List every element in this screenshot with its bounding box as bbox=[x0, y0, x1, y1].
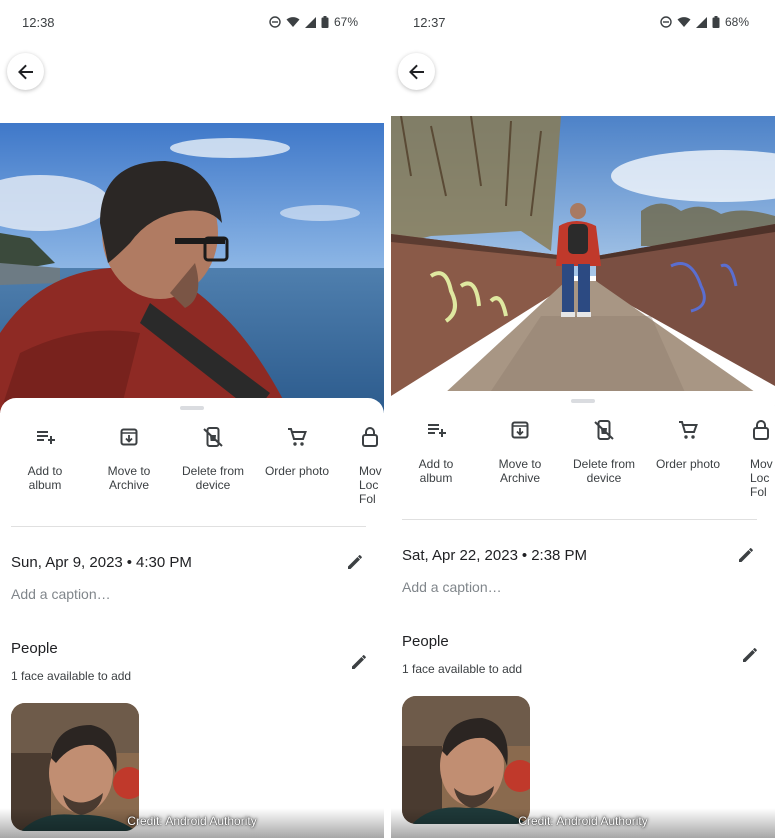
arrow-back-icon bbox=[17, 64, 33, 79]
edit-date-button[interactable] bbox=[346, 553, 364, 576]
separator-dot: • bbox=[126, 554, 133, 571]
people-subtitle: 1 face available to add bbox=[11, 669, 132, 683]
arrow-back-icon bbox=[408, 64, 424, 79]
add-to-album-label: Add to album bbox=[27, 464, 63, 492]
cart-icon bbox=[679, 421, 698, 439]
delete-from-device-label: Delete from device bbox=[181, 464, 245, 492]
dnd-icon bbox=[660, 16, 672, 28]
credit-watermark: Credit: Android Authority bbox=[518, 814, 648, 828]
face-image bbox=[402, 696, 530, 824]
face-thumbnail[interactable] bbox=[402, 696, 530, 824]
signal-icon bbox=[695, 16, 707, 28]
people-subtitle: 1 face available to add bbox=[402, 662, 523, 676]
photo-view[interactable] bbox=[391, 116, 775, 406]
delete-from-device-button[interactable]: Delete from device bbox=[562, 419, 646, 485]
order-photo-label: Order photo bbox=[655, 457, 721, 471]
archive-icon bbox=[120, 428, 138, 446]
photo-time: 2:38 PM bbox=[531, 547, 588, 564]
delete-from-device-button[interactable]: Delete from device bbox=[171, 426, 255, 492]
archive-icon bbox=[511, 421, 529, 439]
move-to-archive-label: Move to Archive bbox=[498, 457, 542, 485]
order-photo-label: Order photo bbox=[264, 464, 330, 478]
move-to-archive-button[interactable]: Move to Archive bbox=[87, 426, 171, 492]
lock-icon bbox=[362, 427, 378, 447]
battery-icon bbox=[712, 16, 720, 28]
photo-time: 4:30 PM bbox=[136, 554, 192, 571]
separator-dot: • bbox=[521, 547, 528, 564]
wifi-icon bbox=[286, 17, 300, 27]
move-to-locked-folder-label: Mov Loc Fol bbox=[359, 464, 382, 506]
photo-image bbox=[391, 116, 775, 406]
photo-date: Sat, Apr 22, 2023 bbox=[402, 547, 518, 564]
screens-gap bbox=[384, 0, 391, 838]
lock-icon bbox=[753, 420, 769, 440]
photo-date: Sun, Apr 9, 2023 bbox=[11, 554, 123, 571]
status-icons: 68% bbox=[660, 15, 749, 29]
add-to-album-button[interactable]: Add to album bbox=[394, 419, 478, 485]
add-to-playlist-icon bbox=[37, 431, 55, 444]
status-time: 12:38 bbox=[22, 14, 55, 30]
cart-icon bbox=[288, 428, 307, 446]
action-row: Add to album Move to Archive Delete from… bbox=[0, 426, 384, 506]
back-button[interactable] bbox=[7, 53, 44, 90]
back-button[interactable] bbox=[398, 53, 435, 90]
screen-right: 12:37 68% Add to album Move to Archive D… bbox=[391, 0, 775, 838]
photo-view[interactable] bbox=[0, 123, 384, 413]
delete-from-device-label: Delete from device bbox=[572, 457, 636, 485]
edit-date-button[interactable] bbox=[737, 546, 755, 569]
screen-left: 12:38 67% Add to album Move to Archive D… bbox=[0, 0, 384, 838]
action-row: Add to album Move to Archive Delete from… bbox=[391, 419, 775, 499]
pencil-icon bbox=[348, 555, 362, 569]
order-photo-button[interactable]: Order photo bbox=[646, 419, 730, 471]
details-sheet: Add to album Move to Archive Delete from… bbox=[391, 391, 775, 838]
status-icons: 67% bbox=[269, 15, 358, 29]
pencil-icon bbox=[352, 655, 366, 669]
divider bbox=[402, 519, 757, 520]
dnd-icon bbox=[269, 16, 281, 28]
wifi-icon bbox=[677, 17, 691, 27]
move-to-locked-folder-button[interactable]: Mov Loc Fol bbox=[730, 419, 775, 499]
signal-icon bbox=[304, 16, 316, 28]
people-heading: People bbox=[402, 633, 449, 650]
caption-input[interactable]: Add a caption… bbox=[402, 579, 502, 595]
add-to-album-button[interactable]: Add to album bbox=[3, 426, 87, 492]
move-to-locked-folder-button[interactable]: Mov Loc Fol bbox=[339, 426, 384, 506]
edit-people-button[interactable] bbox=[741, 646, 759, 669]
battery-icon bbox=[321, 16, 329, 28]
sheet-handle[interactable] bbox=[180, 406, 204, 410]
caption-input[interactable]: Add a caption… bbox=[11, 586, 111, 602]
status-bar: 12:37 68% bbox=[391, 0, 775, 44]
pencil-icon bbox=[739, 548, 753, 562]
edit-people-button[interactable] bbox=[350, 653, 368, 676]
status-time: 12:37 bbox=[413, 14, 446, 30]
move-to-archive-button[interactable]: Move to Archive bbox=[478, 419, 562, 485]
add-to-album-label: Add to album bbox=[418, 457, 454, 485]
add-to-playlist-icon bbox=[428, 424, 446, 437]
sheet-handle[interactable] bbox=[571, 399, 595, 403]
photo-image bbox=[0, 123, 384, 413]
delete-from-device-icon bbox=[203, 427, 223, 447]
details-sheet: Add to album Move to Archive Delete from… bbox=[0, 398, 384, 838]
delete-from-device-icon bbox=[594, 420, 614, 440]
divider bbox=[11, 526, 366, 527]
credit-watermark: Credit: Android Authority bbox=[127, 814, 257, 828]
battery-percent: 68% bbox=[724, 15, 749, 29]
battery-percent: 67% bbox=[333, 15, 358, 29]
people-heading: People bbox=[11, 640, 58, 657]
photo-datetime: Sun, Apr 9, 2023 • 4:30 PM bbox=[11, 554, 192, 571]
photo-datetime: Sat, Apr 22, 2023 • 2:38 PM bbox=[402, 547, 587, 564]
move-to-locked-folder-label: Mov Loc Fol bbox=[750, 457, 773, 499]
order-photo-button[interactable]: Order photo bbox=[255, 426, 339, 478]
pencil-icon bbox=[743, 648, 757, 662]
move-to-archive-label: Move to Archive bbox=[107, 464, 151, 492]
status-bar: 12:38 67% bbox=[0, 0, 384, 44]
